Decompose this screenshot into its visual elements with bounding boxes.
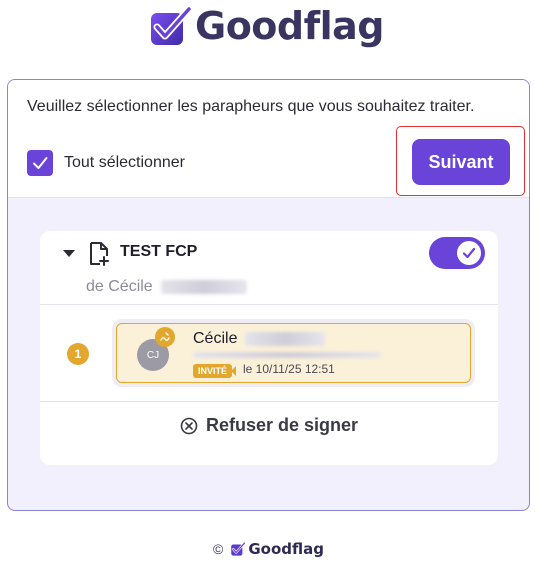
signer-step-number: 1 (67, 343, 89, 365)
parapheur-header: TEST FCP de Cécile (40, 231, 498, 305)
toggle-knob (457, 241, 481, 265)
footer: © Goodflag (213, 540, 324, 558)
selection-header: Veuillez sélectionner les parapheurs que… (8, 80, 529, 198)
signer-card[interactable]: CJ Cécile INVITÉ le 10/11/25 12:51 (116, 323, 471, 383)
footer-brand: Goodflag (248, 540, 324, 558)
next-button-highlight: Suivant (396, 126, 525, 196)
parapheur-owner-label: de Cécile (86, 278, 153, 295)
check-shield-icon (231, 541, 247, 556)
checkmark-icon (462, 247, 476, 259)
chevron-down-icon[interactable] (63, 250, 75, 257)
refuse-sign-button[interactable]: Refuser de signer (40, 415, 498, 436)
brand-logo: Goodflag (145, 2, 385, 50)
redacted-surname (245, 332, 326, 346)
check-shield-icon (151, 5, 193, 45)
redacted-email (193, 352, 381, 358)
signer-name: Cécile (193, 330, 326, 348)
brand-name: Goodflag (195, 4, 385, 48)
signature-pen-icon (155, 327, 175, 347)
parapheur-title: TEST FCP (120, 243, 198, 260)
refuse-sign-label: Refuser de signer (205, 415, 359, 435)
select-all-checkbox[interactable] (27, 150, 53, 176)
select-all-toggle[interactable]: Tout sélectionner (27, 150, 185, 176)
parapheur-owner: de Cécile (86, 278, 247, 296)
next-button[interactable]: Suivant (412, 139, 510, 185)
instruction-text: Veuillez sélectionner les parapheurs que… (27, 98, 475, 115)
select-all-label: Tout sélectionner (64, 154, 185, 171)
selection-panel: Veuillez sélectionner les parapheurs que… (7, 79, 530, 511)
copyright-symbol: © (213, 541, 224, 557)
close-circle-icon (180, 417, 198, 434)
redacted-surname (160, 280, 247, 294)
status-badge: INVITÉ (193, 364, 233, 378)
status-date: le 10/11/25 12:51 (243, 362, 335, 376)
signer-first-name: Cécile (193, 330, 238, 347)
checkmark-icon (33, 157, 48, 169)
parapheur-card: TEST FCP de Cécile 1 CJ Cécile INVITÉ le… (40, 231, 498, 465)
parapheur-select-toggle[interactable] (429, 237, 485, 269)
document-signature-icon (90, 242, 109, 266)
signer-list: 1 CJ Cécile INVITÉ le 10/11/25 12:51 (40, 306, 498, 402)
